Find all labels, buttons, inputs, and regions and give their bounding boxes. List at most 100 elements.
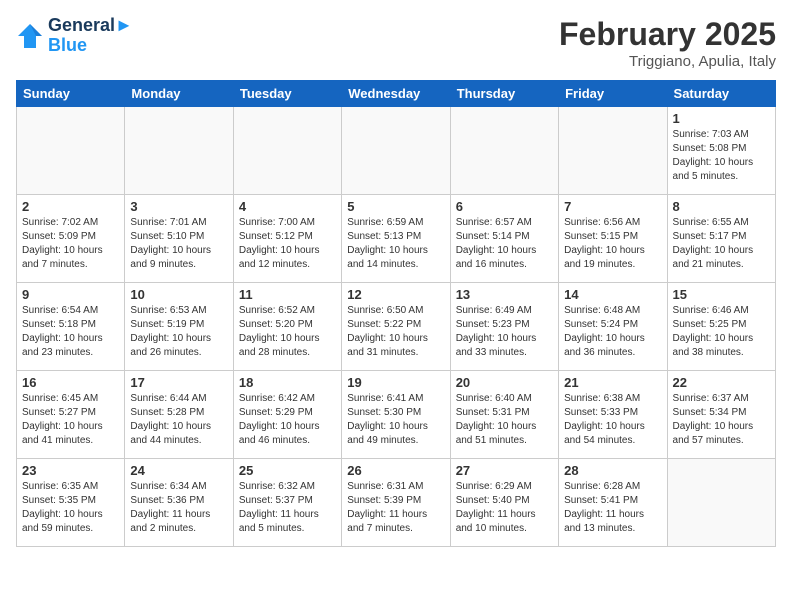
day-info: Sunrise: 6:41 AM Sunset: 5:30 PM Dayligh… (347, 392, 444, 448)
day-info: Sunrise: 6:52 AM Sunset: 5:20 PM Dayligh… (239, 304, 336, 360)
day-number: 27 (456, 463, 553, 478)
day-number: 21 (564, 375, 661, 390)
calendar-cell: 23Sunrise: 6:35 AM Sunset: 5:35 PM Dayli… (17, 459, 125, 547)
calendar-cell: 15 Sunrise: 6:46 AM Sunset: 5:25 PM Dayli… (667, 283, 775, 371)
day-number: 20 (456, 375, 553, 390)
day-info: Sunrise: 6:28 AM Sunset: 5:41 PM Dayligh… (564, 480, 661, 536)
day-number: 15 (673, 287, 770, 302)
day-info: Sunrise: 6:44 AM Sunset: 5:28 PM Dayligh… (130, 392, 227, 448)
calendar-cell: 17 Sunrise: 6:44 AM Sunset: 5:28 PM Dayli… (125, 371, 233, 459)
day-info: Sunrise: 6:50 AM Sunset: 5:22 PM Dayligh… (347, 304, 444, 360)
calendar-cell (233, 107, 341, 195)
weekday-header-saturday: Saturday (667, 81, 775, 107)
weekday-header-thursday: Thursday (450, 81, 558, 107)
day-number: 13 (456, 287, 553, 302)
day-info: Sunrise: 7:02 AM Sunset: 5:09 PM Dayligh… (22, 216, 119, 272)
day-number: 2 (22, 199, 119, 214)
calendar-cell: 19 Sunrise: 6:41 AM Sunset: 5:30 PM Dayli… (342, 371, 450, 459)
location: Triggiano, Apulia, Italy (559, 53, 776, 70)
calendar-cell (450, 107, 558, 195)
day-number: 4 (239, 199, 336, 214)
calendar-cell: 18 Sunrise: 6:42 AM Sunset: 5:29 PM Dayli… (233, 371, 341, 459)
day-number: 25 (239, 463, 336, 478)
day-info: Sunrise: 6:55 AM Sunset: 5:17 PM Dayligh… (673, 216, 770, 272)
logo-icon (16, 22, 44, 50)
day-number: 14 (564, 287, 661, 302)
calendar-cell (559, 107, 667, 195)
calendar-cell: 20 Sunrise: 6:40 AM Sunset: 5:31 PM Dayli… (450, 371, 558, 459)
calendar-cell: 24 Sunrise: 6:34 AM Sunset: 5:36 PM Dayli… (125, 459, 233, 547)
day-info: Sunrise: 6:56 AM Sunset: 5:15 PM Dayligh… (564, 216, 661, 272)
calendar-cell (342, 107, 450, 195)
day-info: Sunrise: 6:46 AM Sunset: 5:25 PM Dayligh… (673, 304, 770, 360)
calendar-cell: 13 Sunrise: 6:49 AM Sunset: 5:23 PM Dayli… (450, 283, 558, 371)
day-number: 17 (130, 375, 227, 390)
calendar-cell: 14 Sunrise: 6:48 AM Sunset: 5:24 PM Dayli… (559, 283, 667, 371)
day-info: Sunrise: 6:53 AM Sunset: 5:19 PM Dayligh… (130, 304, 227, 360)
day-number: 28 (564, 463, 661, 478)
day-info: Sunrise: 6:59 AM Sunset: 5:13 PM Dayligh… (347, 216, 444, 272)
title-block: February 2025 Triggiano, Apulia, Italy (559, 16, 776, 70)
weekday-header-sunday: Sunday (17, 81, 125, 107)
day-info: Sunrise: 6:54 AM Sunset: 5:18 PM Dayligh… (22, 304, 119, 360)
day-info: Sunrise: 6:31 AM Sunset: 5:39 PM Dayligh… (347, 480, 444, 536)
calendar-cell: 6 Sunrise: 6:57 AM Sunset: 5:14 PM Daylig… (450, 195, 558, 283)
day-info: Sunrise: 6:35 AM Sunset: 5:35 PM Dayligh… (22, 480, 119, 536)
day-info: Sunrise: 6:42 AM Sunset: 5:29 PM Dayligh… (239, 392, 336, 448)
calendar-cell (125, 107, 233, 195)
day-info: Sunrise: 6:49 AM Sunset: 5:23 PM Dayligh… (456, 304, 553, 360)
day-number: 3 (130, 199, 227, 214)
calendar-cell: 5 Sunrise: 6:59 AM Sunset: 5:13 PM Daylig… (342, 195, 450, 283)
day-number: 6 (456, 199, 553, 214)
calendar-cell (667, 459, 775, 547)
weekday-header-tuesday: Tuesday (233, 81, 341, 107)
day-info: Sunrise: 7:03 AM Sunset: 5:08 PM Dayligh… (673, 128, 770, 184)
day-info: Sunrise: 6:45 AM Sunset: 5:27 PM Dayligh… (22, 392, 119, 448)
calendar-cell: 27 Sunrise: 6:29 AM Sunset: 5:40 PM Dayli… (450, 459, 558, 547)
day-number: 7 (564, 199, 661, 214)
day-number: 5 (347, 199, 444, 214)
day-number: 22 (673, 375, 770, 390)
calendar-cell: 26 Sunrise: 6:31 AM Sunset: 5:39 PM Dayli… (342, 459, 450, 547)
day-number: 19 (347, 375, 444, 390)
day-number: 9 (22, 287, 119, 302)
calendar-cell: 1 Sunrise: 7:03 AM Sunset: 5:08 PM Daylig… (667, 107, 775, 195)
month-title: February 2025 (559, 16, 776, 53)
day-info: Sunrise: 7:01 AM Sunset: 5:10 PM Dayligh… (130, 216, 227, 272)
day-number: 8 (673, 199, 770, 214)
day-info: Sunrise: 6:37 AM Sunset: 5:34 PM Dayligh… (673, 392, 770, 448)
calendar-cell: 2 Sunrise: 7:02 AM Sunset: 5:09 PM Daylig… (17, 195, 125, 283)
calendar-cell: 4 Sunrise: 7:00 AM Sunset: 5:12 PM Daylig… (233, 195, 341, 283)
calendar-cell: 8 Sunrise: 6:55 AM Sunset: 5:17 PM Daylig… (667, 195, 775, 283)
calendar-cell: 3 Sunrise: 7:01 AM Sunset: 5:10 PM Daylig… (125, 195, 233, 283)
weekday-header-wednesday: Wednesday (342, 81, 450, 107)
day-number: 12 (347, 287, 444, 302)
day-info: Sunrise: 6:34 AM Sunset: 5:36 PM Dayligh… (130, 480, 227, 536)
day-number: 18 (239, 375, 336, 390)
header: General► Blue February 2025 Triggiano, A… (16, 16, 776, 70)
calendar-page: General► Blue February 2025 Triggiano, A… (0, 0, 792, 612)
calendar-cell: 16 Sunrise: 6:45 AM Sunset: 5:27 PM Dayli… (17, 371, 125, 459)
day-number: 1 (673, 111, 770, 126)
day-number: 10 (130, 287, 227, 302)
day-info: Sunrise: 6:48 AM Sunset: 5:24 PM Dayligh… (564, 304, 661, 360)
day-info: Sunrise: 6:40 AM Sunset: 5:31 PM Dayligh… (456, 392, 553, 448)
day-number: 26 (347, 463, 444, 478)
logo-text: General► Blue (48, 16, 133, 56)
day-info: Sunrise: 6:57 AM Sunset: 5:14 PM Dayligh… (456, 216, 553, 272)
calendar-cell: 9 Sunrise: 6:54 AM Sunset: 5:18 PM Daylig… (17, 283, 125, 371)
day-number: 24 (130, 463, 227, 478)
calendar-cell: 11 Sunrise: 6:52 AM Sunset: 5:20 PM Dayli… (233, 283, 341, 371)
day-info: Sunrise: 6:32 AM Sunset: 5:37 PM Dayligh… (239, 480, 336, 536)
day-info: Sunrise: 6:38 AM Sunset: 5:33 PM Dayligh… (564, 392, 661, 448)
logo: General► Blue (16, 16, 133, 56)
day-number: 16 (22, 375, 119, 390)
day-info: Sunrise: 6:29 AM Sunset: 5:40 PM Dayligh… (456, 480, 553, 536)
calendar-table: SundayMondayTuesdayWednesdayThursdayFrid… (16, 80, 776, 547)
calendar-cell: 7 Sunrise: 6:56 AM Sunset: 5:15 PM Daylig… (559, 195, 667, 283)
day-info: Sunrise: 7:00 AM Sunset: 5:12 PM Dayligh… (239, 216, 336, 272)
calendar-cell: 22 Sunrise: 6:37 AM Sunset: 5:34 PM Dayli… (667, 371, 775, 459)
weekday-header-monday: Monday (125, 81, 233, 107)
calendar-cell: 21 Sunrise: 6:38 AM Sunset: 5:33 PM Dayli… (559, 371, 667, 459)
day-number: 11 (239, 287, 336, 302)
